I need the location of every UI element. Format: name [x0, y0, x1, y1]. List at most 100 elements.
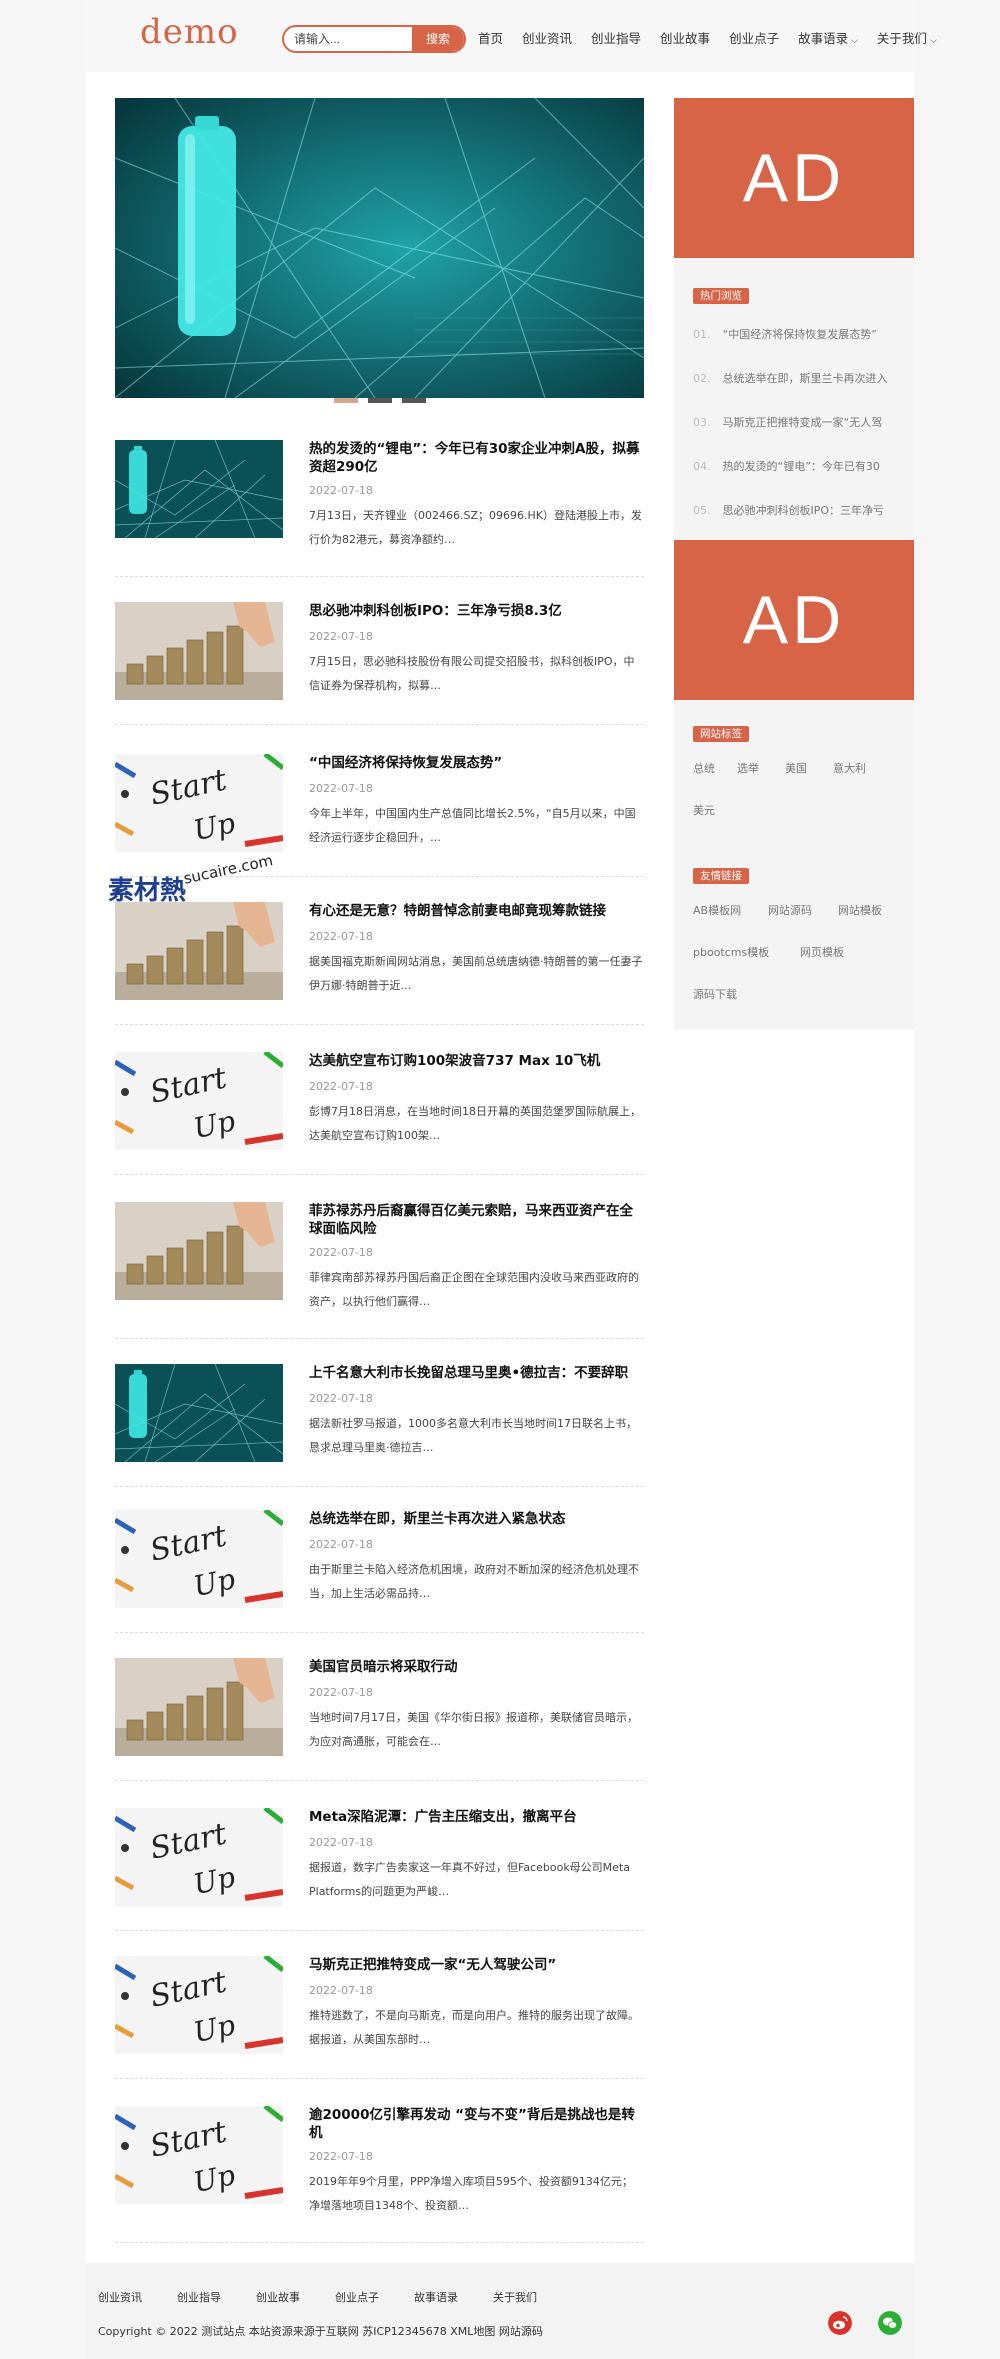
article-title[interactable]: Meta深陷泥潭：广告主压缩支出，撤离平台 [309, 1808, 643, 1826]
article-thumbnail[interactable] [115, 2106, 283, 2204]
hot-list-item[interactable]: 04. 热的发烫的“锂电”：今年已有30 [693, 458, 903, 474]
article-title[interactable]: 思必驰冲刺科创板IPO：三年净亏损8.3亿 [309, 602, 643, 620]
footer-link[interactable]: 创业资讯 [98, 2289, 142, 2305]
footer-link[interactable]: 创业指导 [177, 2289, 221, 2305]
nav-item-guide[interactable]: 创业指导 [591, 28, 641, 47]
chevron-down-icon: ⌵ [851, 36, 858, 46]
article-item[interactable]: 上千名意大利市长挽留总理马里奥•德拉吉：不要辞职 2022-07-18 据法新社… [115, 1360, 644, 1487]
article-summary: 据美国福克斯新闻网站消息，美国前总统唐纳德·特朗普的第一任妻子伊万娜·特朗普于近… [309, 955, 643, 992]
tag-link[interactable]: 美元 [693, 802, 715, 818]
logo[interactable]: demo [140, 12, 239, 52]
ad-banner[interactable]: AD [674, 98, 914, 258]
article-item[interactable]: 美国官员暗示将采取行动 2022-07-18 当地时间7月17日，美国《华尔街日… [115, 1654, 644, 1781]
banner-image [115, 98, 644, 398]
wechat-icon[interactable] [878, 2311, 902, 2335]
nav-item-quotes-label: 故事语录 [798, 31, 849, 46]
article-summary: 彭博7月18日消息，在当地时间18日开幕的英国范堡罗国际航展上，达美航空宣布订购… [309, 1105, 641, 1142]
article-thumbnail[interactable] [115, 1658, 283, 1756]
hot-list-item[interactable]: 03. 马斯克正把推特变成一家“无人驾 [693, 414, 903, 430]
nav-item-news[interactable]: 创业资讯 [522, 28, 572, 47]
article-title[interactable]: 总统选举在即，斯里兰卡再次进入紧急状态 [309, 1510, 643, 1528]
hot-list-item[interactable]: 05. 思必驰冲刺科创板IPO：三年净亏 [693, 502, 903, 518]
hot-item-number: 01. [693, 328, 711, 341]
article-item[interactable]: 热的发烫的“锂电”：今年已有30家企业冲刺A股，拟募资超290亿 2022-07… [115, 436, 644, 577]
nav-item-quotes[interactable]: 故事语录 ⌵ [798, 28, 858, 47]
hot-item-title: 热的发烫的“锂电”：今年已有30 [722, 460, 880, 473]
friend-link[interactable]: pbootcms模板 [693, 944, 769, 960]
chevron-down-icon: ⌵ [929, 36, 937, 46]
banner-dot[interactable] [402, 398, 426, 403]
hot-list-item[interactable]: 02. 总统选举在即，斯里兰卡再次进入 [693, 370, 903, 386]
article-date: 2022-07-18 [309, 930, 373, 943]
banner-dot[interactable] [334, 398, 358, 403]
weibo-icon[interactable] [828, 2311, 852, 2335]
article-thumbnail[interactable] [115, 754, 283, 852]
footer: 创业资讯 创业指导 创业故事 创业点子 故事语录 关于我们 Copyright … [86, 2263, 914, 2359]
search-input[interactable] [294, 29, 404, 49]
friend-link[interactable]: 网站模板 [838, 902, 882, 918]
article-title[interactable]: 美国官员暗示将采取行动 [309, 1658, 643, 1676]
article-item[interactable]: 达美航空宣布订购100架波音737 Max 10飞机 2022-07-18 彭博… [115, 1048, 644, 1175]
search-box: 搜索 [282, 25, 466, 53]
nav-item-ideas[interactable]: 创业点子 [729, 28, 779, 47]
page-container: demo 搜索 首页 创业资讯 创业指导 创业故事 创业点子 故事语录⌵ 关于我… [86, 0, 937, 2359]
friend-link[interactable]: 源码下载 [693, 986, 737, 1002]
tag-link[interactable]: 美国 [785, 760, 807, 776]
article-summary: 7月13日，天齐锂业（002466.SZ；09696.HK）登陆港股上市，发行价… [309, 509, 642, 546]
article-item[interactable]: 马斯克正把推特变成一家“无人驾驶公司” 2022-07-18 推特逃数了，不是向… [115, 1952, 644, 2079]
nav-item-stories[interactable]: 创业故事 [660, 28, 710, 47]
ad-banner[interactable]: AD [674, 540, 914, 700]
article-summary: 7月15日，思必驰科技股份有限公司提交招股书，拟科创板IPO，中信证券为保荐机构… [309, 655, 635, 692]
article-date: 2022-07-18 [309, 2150, 373, 2163]
article-summary: 推特逃数了，不是向马斯克，而是向用户。推特的服务出现了故障。据报道，从美国东部时… [309, 2009, 639, 2046]
article-thumbnail[interactable] [115, 1052, 283, 1150]
hot-item-number: 03. [693, 416, 711, 429]
tag-link[interactable]: 意大利 [833, 760, 866, 776]
article-title[interactable]: 马斯克正把推特变成一家“无人驾驶公司” [309, 1956, 643, 1974]
friend-link[interactable]: 网页模板 [800, 944, 844, 960]
article-item[interactable]: 思必驰冲刺科创板IPO：三年净亏损8.3亿 2022-07-18 7月15日，思… [115, 598, 644, 725]
article-item[interactable]: 逾20000亿引擎再发动 “变与不变”背后是挑战也是转机 2022-07-18 … [115, 2102, 644, 2243]
footer-link[interactable]: 故事语录 [414, 2289, 458, 2305]
article-title[interactable]: 达美航空宣布订购100架波音737 Max 10飞机 [309, 1052, 643, 1070]
article-date: 2022-07-18 [309, 1686, 373, 1699]
article-thumbnail[interactable] [115, 1202, 283, 1300]
tags-section-label: 网站标签 [693, 726, 749, 742]
article-thumbnail[interactable] [115, 1364, 283, 1462]
footer-link[interactable]: 关于我们 [493, 2289, 537, 2305]
tag-link[interactable]: 选举 [737, 760, 759, 776]
footer-link[interactable]: 创业点子 [335, 2289, 379, 2305]
article-date: 2022-07-18 [309, 1538, 373, 1551]
article-title[interactable]: 菲苏禄苏丹后裔赢得百亿美元索赔，马来西亚资产在全球面临风险 [309, 1202, 643, 1238]
hot-item-number: 02. [693, 372, 711, 385]
article-title[interactable]: “中国经济将保持恢复发展态势” [309, 754, 643, 772]
article-title[interactable]: 逾20000亿引擎再发动 “变与不变”背后是挑战也是转机 [309, 2106, 643, 2142]
article-thumbnail[interactable] [115, 1808, 283, 1906]
article-thumbnail[interactable] [115, 1510, 283, 1608]
footer-link[interactable]: 创业故事 [256, 2289, 300, 2305]
banner-dot[interactable] [368, 398, 392, 403]
hot-item-title: “中国经济将保持恢复发展态势” [722, 328, 877, 341]
hot-list-item[interactable]: 01. “中国经济将保持恢复发展态势” [693, 326, 903, 342]
tag-link[interactable]: 总统 [693, 760, 715, 776]
article-item[interactable]: “中国经济将保持恢复发展态势” 2022-07-18 今年上半年，中国国内生产总… [115, 750, 644, 877]
article-thumbnail[interactable] [115, 602, 283, 700]
article-thumbnail[interactable] [115, 440, 283, 538]
article-date: 2022-07-18 [309, 1836, 373, 1849]
article-item[interactable]: 总统选举在即，斯里兰卡再次进入紧急状态 2022-07-18 由于斯里兰卡陷入经… [115, 1506, 644, 1633]
article-title[interactable]: 上千名意大利市长挽留总理马里奥•德拉吉：不要辞职 [309, 1364, 643, 1382]
friend-link[interactable]: AB模板网 [693, 902, 741, 918]
article-title[interactable]: 热的发烫的“锂电”：今年已有30家企业冲刺A股，拟募资超290亿 [309, 440, 643, 476]
article-summary: 2019年年9个月里，PPP净增入库项目595个、投资额9134亿元；净增落地项… [309, 2175, 633, 2212]
sidebar: AD 热门浏览 01. “中国经济将保持恢复发展态势” 02. 总统选举在即，斯里兰… [674, 98, 914, 1030]
article-summary: 当地时间7月17日，美国《华尔街日报》报道称，美联储官员暗示，为应对高通胀，可能… [309, 1711, 638, 1748]
nav-item-home[interactable]: 首页 [478, 28, 503, 47]
nav-item-about[interactable]: 关于我们 ⌵ [877, 28, 937, 47]
article-item[interactable]: Meta深陷泥潭：广告主压缩支出，撤离平台 2022-07-18 据报道，数字广… [115, 1804, 644, 1931]
friend-link[interactable]: 网站源码 [768, 902, 812, 918]
article-thumbnail[interactable] [115, 1956, 283, 2054]
search-button[interactable]: 搜索 [412, 27, 464, 51]
article-title[interactable]: 有心还是无意？特朗普悼念前妻电邮竟现筹款链接 [309, 902, 643, 920]
banner-slide[interactable] [115, 98, 644, 398]
article-item[interactable]: 菲苏禄苏丹后裔赢得百亿美元索赔，马来西亚资产在全球面临风险 2022-07-18… [115, 1198, 644, 1339]
